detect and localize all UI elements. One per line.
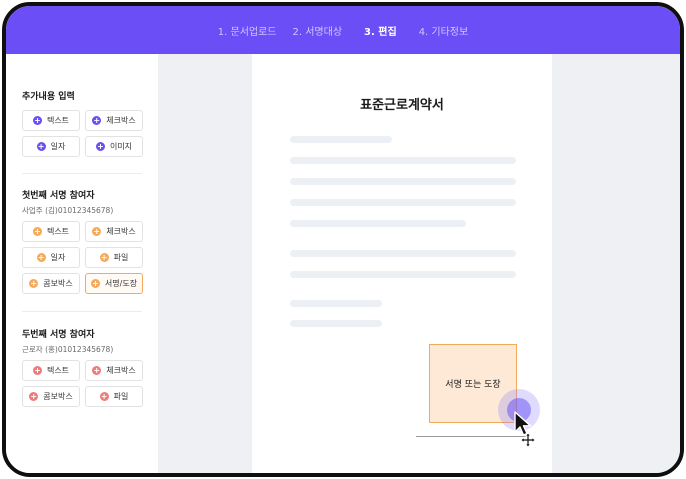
second-signer-buttons: + 텍스트 + 체크박스 + 콤보박스 + 파일 [22,360,143,407]
button-label: 체크박스 [106,116,136,125]
plus-icon: + [32,366,42,375]
add-image-button[interactable]: + 이미지 [85,136,143,157]
button-label: 텍스트 [46,116,70,125]
section-second-signer: 두번째 서명 참여자 근로자 (홍)01012345678) [22,327,113,355]
signer-info: 근로자 (홍)01012345678) [22,345,114,354]
section-title: 두번째 서명 참여자 [22,330,95,340]
section-title: 추가내용 입력 [22,92,75,102]
signer1-text-button[interactable]: + 텍스트 [22,221,80,242]
text-line-placeholder [290,178,516,185]
text-line-placeholder [290,157,516,164]
step-header: 1. 문서업로드 2. 서명대상 3. 편집 4. 기타정보 [6,6,680,54]
button-label: 파일 [113,253,129,262]
plus-icon: + [36,142,46,151]
plus-icon: + [29,392,39,401]
signer-info: 사업주 (김)01012345678) [22,206,114,215]
document-page[interactable]: 표준근로계약서 서명 또는 도장 [252,54,552,473]
button-label: 콤보박스 [43,279,73,288]
plus-icon: + [90,279,100,288]
button-label: 서명/도장 [104,279,138,288]
signer1-file-button[interactable]: + 파일 [85,247,143,268]
signature-line [416,436,526,437]
text-line-placeholder [290,300,382,307]
plus-icon: + [32,116,42,125]
button-label: 이미지 [109,142,133,151]
step-2[interactable]: 2. 서명대상 [293,23,343,38]
button-label: 체크박스 [106,227,136,236]
add-date-button[interactable]: + 일자 [22,136,80,157]
device-frame: 1. 문서업로드 2. 서명대상 3. 편집 4. 기타정보 추가내용 입력 +… [2,2,684,477]
additional-input-buttons: + 텍스트 + 체크박스 + 일자 + 이미지 [22,110,143,157]
signer2-text-button[interactable]: + 텍스트 [22,360,80,381]
step-1[interactable]: 1. 문서업로드 [218,23,277,38]
move-icon [520,432,536,448]
text-line-placeholder [290,320,382,327]
document-title: 표준근로계약서 [360,98,444,113]
plus-icon: + [99,253,109,262]
step-indicator: 1. 문서업로드 2. 서명대상 3. 편집 4. 기타정보 [6,6,680,54]
add-checkbox-button[interactable]: + 체크박스 [85,110,143,131]
button-label: 체크박스 [106,366,136,375]
plus-icon: + [32,227,42,236]
text-line-placeholder [290,250,516,257]
button-label: 파일 [113,392,129,401]
divider [22,173,142,174]
signer1-signature-button[interactable]: + 서명/도장 [85,273,143,294]
section-first-signer: 첫번째 서명 참여자 사업주 (김)01012345678) [22,188,113,216]
section-additional-input: 추가내용 입력 [22,89,75,102]
add-text-button[interactable]: + 텍스트 [22,110,80,131]
document-canvas[interactable]: 표준근로계약서 서명 또는 도장 [158,54,680,473]
divider [22,311,142,312]
plus-icon: + [29,279,39,288]
plus-icon: + [92,116,102,125]
signer1-combobox-button[interactable]: + 콤보박스 [22,273,80,294]
text-line-placeholder [290,199,516,206]
text-line-placeholder [290,136,392,143]
text-line-placeholder [290,220,466,227]
first-signer-buttons: + 텍스트 + 체크박스 + 일자 + 파일 + 콤보박스 + 서명/도장 [22,221,143,294]
plus-icon: + [95,142,105,151]
plus-icon: + [36,253,46,262]
button-label: 콤보박스 [43,392,73,401]
plus-icon: + [92,227,102,236]
signature-field-label: 서명 또는 도장 [445,380,501,390]
signer1-date-button[interactable]: + 일자 [22,247,80,268]
step-3-active[interactable]: 3. 편집 [364,23,397,38]
button-label: 일자 [50,142,66,151]
plus-icon: + [99,392,109,401]
button-label: 텍스트 [46,227,70,236]
signer2-combobox-button[interactable]: + 콤보박스 [22,386,80,407]
button-label: 텍스트 [46,366,70,375]
button-label: 일자 [50,253,66,262]
step-4[interactable]: 4. 기타정보 [419,23,469,38]
field-sidebar: 추가내용 입력 + 텍스트 + 체크박스 + 일자 + 이미지 첫번째 서명 참… [6,54,158,473]
signer2-file-button[interactable]: + 파일 [85,386,143,407]
section-title: 첫번째 서명 참여자 [22,191,95,201]
signer1-checkbox-button[interactable]: + 체크박스 [85,221,143,242]
signer2-checkbox-button[interactable]: + 체크박스 [85,360,143,381]
plus-icon: + [92,366,102,375]
text-line-placeholder [290,271,516,278]
